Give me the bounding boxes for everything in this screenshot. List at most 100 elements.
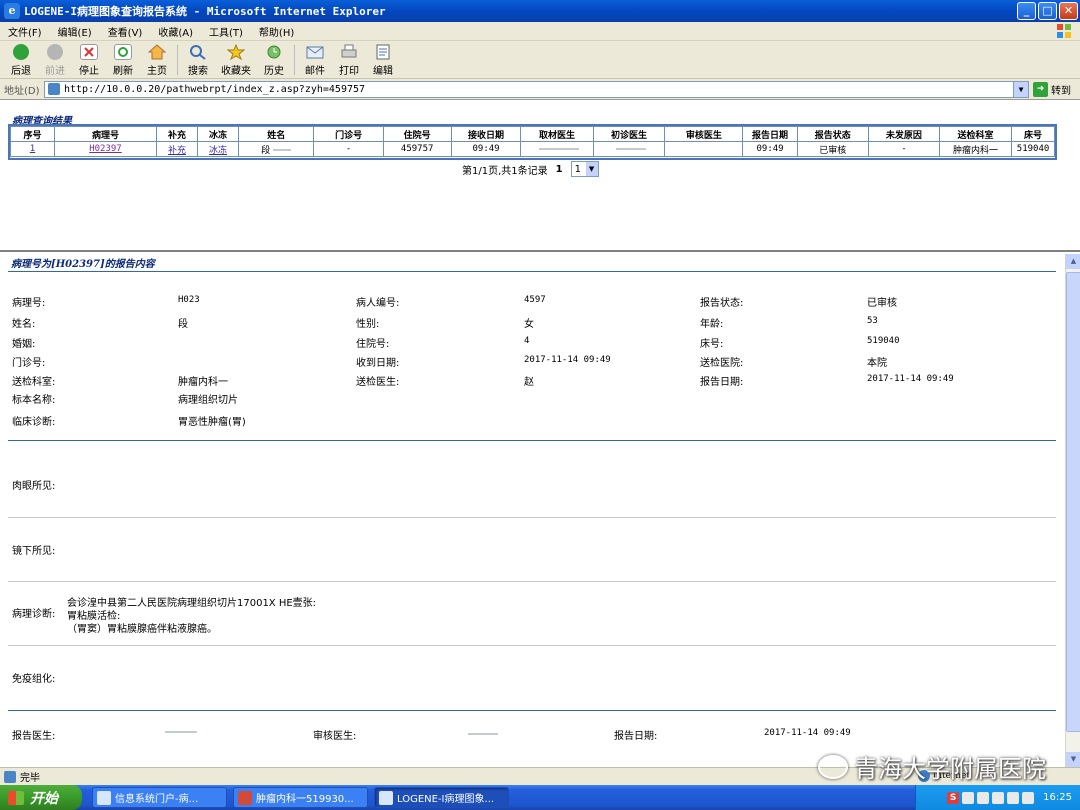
report-date-value: 2017-11-14 09:49	[867, 374, 954, 384]
menu-file[interactable]: 文件(F)	[8, 24, 42, 39]
scroll-up-icon[interactable]: ▲	[1066, 254, 1080, 269]
scroll-thumb[interactable]	[1066, 272, 1080, 732]
address-input[interactable]: http://10.0.0.20/pathwebrpt/index_z.asp?…	[44, 80, 1029, 98]
address-bar: 地址(D) http://10.0.0.20/pathwebrpt/index_…	[0, 79, 1080, 100]
divider	[8, 645, 1056, 646]
edit-document-icon	[374, 44, 392, 60]
menu-bar: 文件(F) 编辑(E) 查看(V) 收藏(A) 工具(T) 帮助(H)	[0, 22, 1080, 41]
toolbar-separator	[294, 45, 295, 75]
review-doctor-label: 审核医生:	[313, 731, 357, 742]
close-button[interactable]: ✕	[1059, 2, 1078, 20]
menu-edit[interactable]: 编辑(E)	[58, 24, 92, 39]
redaction-mark	[538, 147, 579, 150]
address-label: 地址(D)	[4, 85, 40, 97]
page-select[interactable]: 1 ▼	[570, 161, 599, 177]
menu-view[interactable]: 查看(V)	[108, 24, 143, 39]
col-header: 补充	[155, 126, 199, 142]
patient-no-value: 4597	[524, 295, 546, 305]
maximize-button[interactable]: □	[1038, 2, 1057, 20]
pager-text: 第1/1页,共1条记录	[462, 165, 548, 177]
cell-pathology-no[interactable]: H02397	[53, 141, 157, 157]
col-header: 送检科室	[938, 126, 1013, 142]
clock[interactable]: 16:25	[1043, 792, 1072, 803]
cell-report-date: 09:49	[742, 141, 798, 157]
search-button[interactable]: 搜索	[187, 44, 209, 77]
footer-date-value: 2017-11-14 09:49	[764, 728, 851, 738]
cell-frozen[interactable]: 冰冻	[196, 141, 240, 157]
divider	[8, 271, 1056, 272]
sex-value: 女	[524, 319, 534, 330]
document-icon	[238, 790, 252, 805]
menu-favorites[interactable]: 收藏(A)	[158, 24, 193, 39]
inpatient-value: 4	[524, 336, 530, 346]
specimen-value: 病理组织切片	[178, 395, 238, 406]
col-header: 报告状态	[796, 126, 869, 142]
taskbar-item[interactable]: LOGENE-I病理图象...	[374, 787, 509, 808]
s-tray-icon[interactable]: S	[947, 791, 960, 804]
divider	[8, 581, 1056, 582]
gross-label: 肉眼所见:	[12, 481, 56, 492]
toolbar: 后退 前进 停止 刷新 主页 搜索 收藏夹 历史 邮件 打印 编辑	[0, 41, 1080, 79]
home-button[interactable]: 主页	[146, 44, 168, 77]
taskbar-item[interactable]: 肿瘤内科一519930...	[233, 787, 368, 808]
col-header: 取材医生	[520, 126, 594, 142]
dept-value: 肿瘤内科一	[178, 377, 228, 388]
results-frame: 病理查询结果 序号 病理号 补充 冰冻 姓名 门诊号 住院号 接收日期 取材医生…	[0, 100, 1080, 252]
back-arrow-icon	[13, 44, 29, 60]
mail-button[interactable]: 邮件	[304, 44, 326, 77]
star-icon	[226, 43, 246, 61]
col-header: 序号	[10, 126, 55, 142]
go-button[interactable]: ➜ 转到	[1033, 81, 1071, 97]
report-scrollbar[interactable]: ▲ ▼	[1065, 254, 1080, 767]
back-button[interactable]: 后退	[10, 44, 32, 77]
pathology-no-label: 病理号:	[12, 298, 46, 309]
marital-label: 婚姻:	[12, 339, 36, 350]
start-button[interactable]: 开始	[0, 785, 82, 810]
cell-supplement[interactable]: 补充	[155, 141, 199, 157]
menu-help[interactable]: 帮助(H)	[259, 24, 294, 39]
sex-label: 性别:	[356, 319, 380, 330]
results-table: 序号 病理号 补充 冰冻 姓名 门诊号 住院号 接收日期 取材医生 初诊医生 审…	[10, 126, 1055, 157]
address-dropdown-icon[interactable]: ▼	[1013, 81, 1028, 97]
cell-dept: 肿瘤内科一	[938, 141, 1013, 157]
scroll-down-icon[interactable]: ▼	[1066, 752, 1080, 767]
ihc-label: 免疫组化:	[12, 674, 56, 685]
received-value: 2017-11-14 09:49	[524, 355, 611, 365]
minimize-button[interactable]: _	[1017, 2, 1036, 20]
forward-arrow-icon	[47, 44, 63, 60]
tray-icon[interactable]	[977, 791, 990, 804]
table-row[interactable]: 1 H02397 补充 冰冻 段 - 459757 09:49 09:49 已审…	[10, 141, 1055, 157]
divider	[8, 440, 1056, 441]
divider	[8, 710, 1056, 711]
col-header: 报告日期	[742, 126, 798, 142]
refresh-button[interactable]: 刷新	[112, 44, 134, 77]
dept-label: 送检科室:	[12, 377, 56, 388]
bed-value: 519040	[867, 336, 900, 346]
chevron-down-icon: ▼	[585, 162, 598, 176]
forward-button[interactable]: 前进	[44, 44, 66, 77]
clinical-label: 临床诊断:	[12, 417, 56, 428]
favorites-button[interactable]: 收藏夹	[221, 43, 251, 77]
stop-button[interactable]: 停止	[78, 44, 100, 77]
taskbar-item[interactable]: 信息系统门户-病...	[92, 787, 227, 808]
redaction-mark	[468, 733, 498, 735]
tray-icon[interactable]	[992, 791, 1005, 804]
cell-initial-doctor	[592, 141, 666, 157]
menu-tools[interactable]: 工具(T)	[209, 24, 243, 39]
edit-button[interactable]: 编辑	[372, 44, 394, 77]
col-header: 初诊医生	[592, 126, 666, 142]
status-label: 报告状态:	[700, 298, 744, 309]
cell-bed: 519040	[1011, 141, 1055, 157]
doctor-label: 送检医生:	[356, 377, 400, 388]
history-button[interactable]: 历史	[263, 44, 285, 77]
windows-flag-icon	[8, 790, 24, 805]
tray-icon[interactable]	[962, 791, 975, 804]
cell-seq[interactable]: 1	[10, 141, 55, 157]
tray-icon[interactable]	[1022, 791, 1035, 804]
micro-label: 镜下所见:	[12, 546, 56, 557]
cell-unsent-reason: -	[867, 141, 940, 157]
windows-logo-icon	[1057, 24, 1071, 38]
print-button[interactable]: 打印	[338, 44, 360, 77]
tray-icon[interactable]	[1007, 791, 1020, 804]
window-titlebar[interactable]: e LOGENE-I病理图象查询报告系统 - Microsoft Interne…	[0, 0, 1080, 22]
